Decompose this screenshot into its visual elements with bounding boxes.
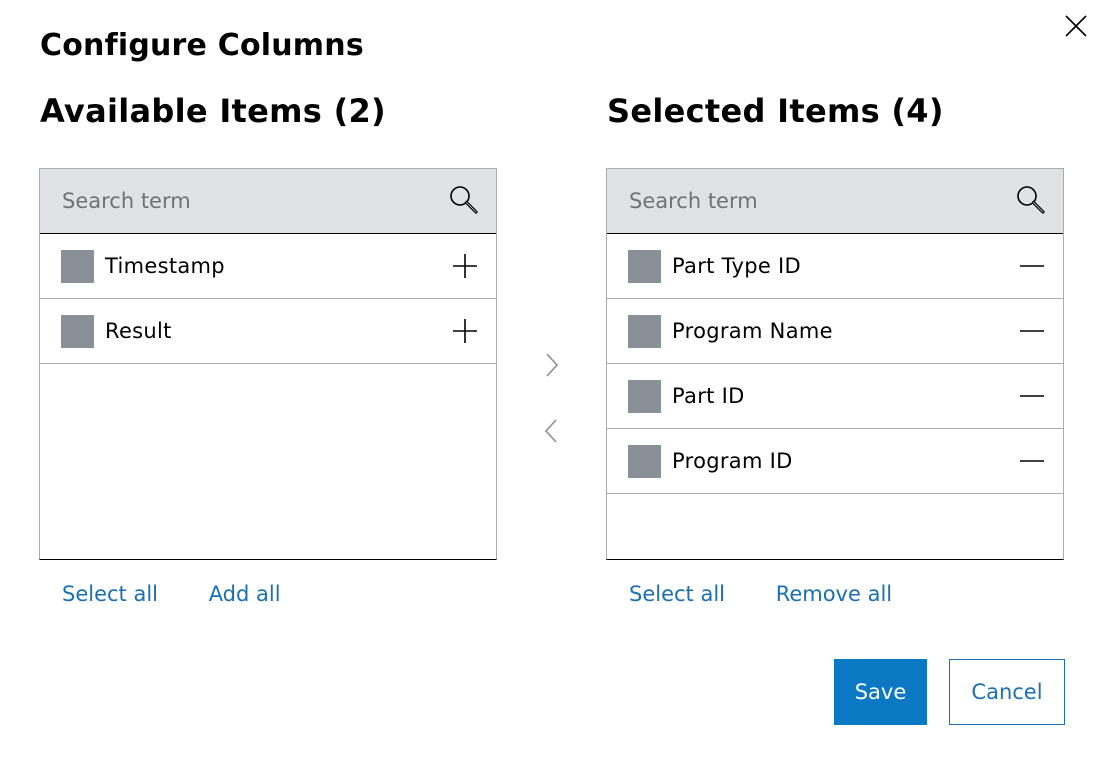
item-label: Program Name [672, 319, 833, 343]
minus-icon[interactable] [1019, 253, 1045, 279]
item-checkbox[interactable] [61, 315, 94, 348]
item-label: Part ID [672, 384, 745, 408]
selected-items-title: Selected Items (4) [607, 92, 944, 130]
available-items-list: Timestamp Result [39, 168, 497, 560]
available-search-input[interactable] [40, 169, 440, 232]
available-bulk-links: Select all Add all [62, 578, 325, 610]
item-checkbox[interactable] [628, 315, 661, 348]
selected-bulk-links: Select all Remove all [629, 578, 936, 610]
chevron-left-icon[interactable] [542, 416, 560, 446]
minus-icon[interactable] [1019, 318, 1045, 344]
selected-search-bar [607, 169, 1063, 234]
search-icon[interactable] [448, 184, 480, 216]
selected-search-input[interactable] [607, 169, 1007, 232]
selected-item-program-id[interactable]: Program ID [607, 429, 1063, 494]
available-select-all-link[interactable]: Select all [62, 582, 158, 606]
item-label: Timestamp [105, 254, 225, 278]
plus-icon[interactable] [452, 253, 478, 279]
add-all-link[interactable]: Add all [209, 582, 281, 606]
selected-select-all-link[interactable]: Select all [629, 582, 725, 606]
item-checkbox[interactable] [628, 445, 661, 478]
selected-items-list: Part Type ID Program Name Part ID Progra… [606, 168, 1064, 560]
item-label: Result [105, 319, 172, 343]
selected-item-part-id[interactable]: Part ID [607, 364, 1063, 429]
item-checkbox[interactable] [61, 250, 94, 283]
available-items-title: Available Items (2) [40, 92, 386, 130]
item-label: Part Type ID [672, 254, 802, 278]
close-button[interactable] [1062, 12, 1090, 40]
item-checkbox[interactable] [628, 380, 661, 413]
close-icon [1065, 15, 1087, 37]
minus-icon[interactable] [1019, 383, 1045, 409]
available-search-bar [40, 169, 496, 234]
cancel-button[interactable]: Cancel [949, 659, 1065, 725]
available-item-timestamp[interactable]: Timestamp [40, 234, 496, 299]
available-item-result[interactable]: Result [40, 299, 496, 364]
configure-columns-dialog: Configure Columns Available Items (2) Ti… [0, 0, 1101, 760]
search-icon[interactable] [1015, 184, 1047, 216]
save-button[interactable]: Save [834, 659, 927, 725]
remove-all-link[interactable]: Remove all [776, 582, 892, 606]
item-label: Program ID [672, 449, 793, 473]
chevron-right-icon[interactable] [542, 350, 560, 380]
selected-item-part-type-id[interactable]: Part Type ID [607, 234, 1063, 299]
minus-icon[interactable] [1019, 448, 1045, 474]
plus-icon[interactable] [452, 318, 478, 344]
selected-item-program-name[interactable]: Program Name [607, 299, 1063, 364]
dialog-title: Configure Columns [40, 28, 364, 63]
item-checkbox[interactable] [628, 250, 661, 283]
